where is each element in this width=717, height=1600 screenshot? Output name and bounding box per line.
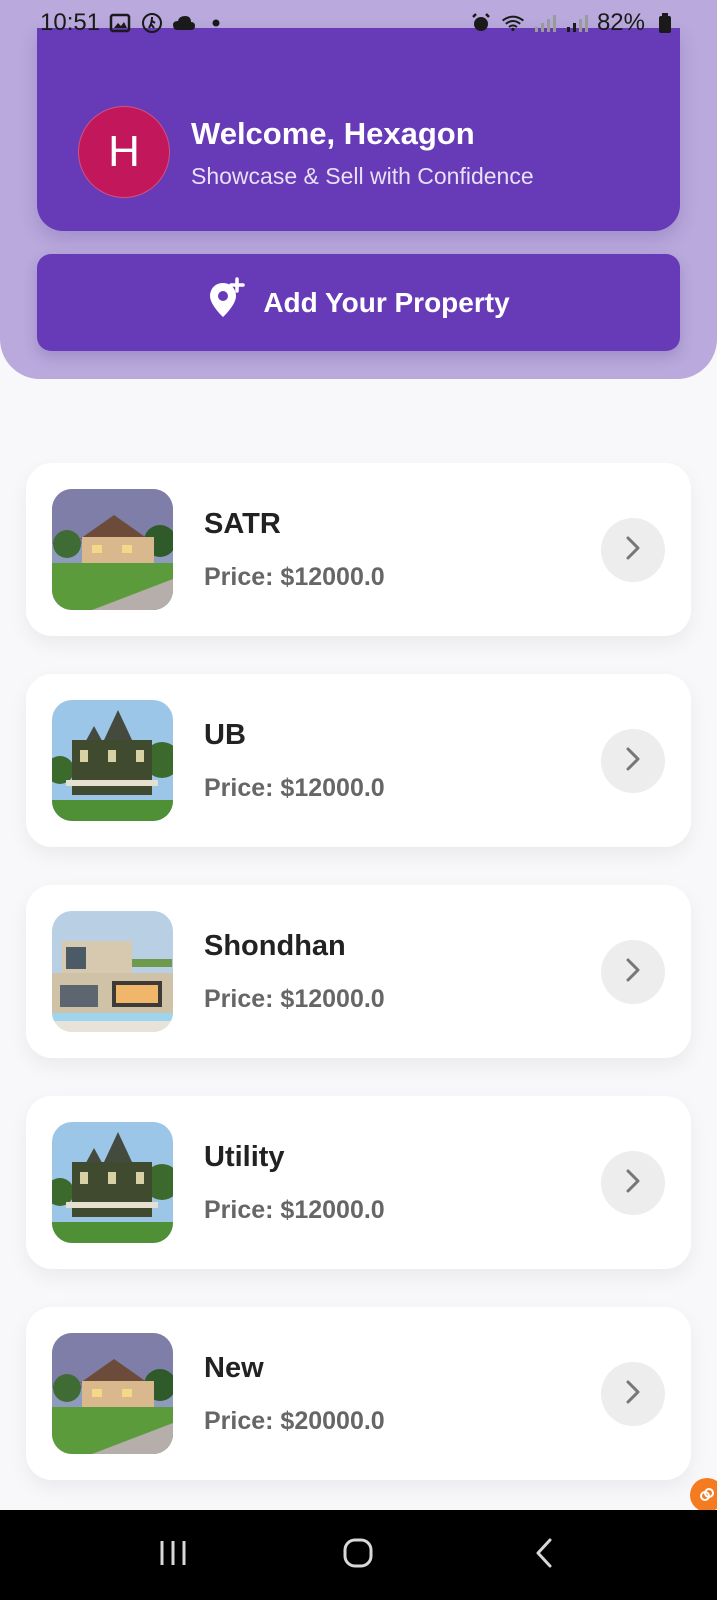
property-name: SATR [204,508,281,540]
chevron-right-icon [622,1378,644,1411]
property-price: Price: $12000.0 [204,563,385,591]
add-location-icon [207,277,246,328]
wifi-icon [501,11,525,35]
back-button[interactable] [514,1525,574,1585]
open-property-button[interactable] [601,940,665,1004]
chevron-right-icon [622,745,644,778]
add-property-button[interactable]: Add Your Property [37,254,680,351]
alarm-icon [469,11,493,35]
avatar[interactable]: H [78,106,170,198]
property-price: Price: $12000.0 [204,985,385,1013]
open-property-button[interactable] [601,1362,665,1426]
recent-apps-button[interactable] [143,1525,203,1585]
welcome-subtitle: Showcase & Sell with Confidence [191,163,534,189]
property-card[interactable]: SATR Price: $12000.0 [26,463,691,636]
avatar-letter: H [108,127,140,176]
property-name: Utility [204,1141,285,1173]
chevron-right-icon [622,956,644,989]
status-left: 10:51 [40,9,228,37]
property-card[interactable]: Shondhan Price: $12000.0 [26,885,691,1058]
welcome-card: H Welcome, Hexagon Showcase & Sell with … [37,28,680,231]
open-property-button[interactable] [601,1151,665,1215]
signal-icon [533,11,557,35]
property-price: Price: $20000.0 [204,1407,385,1435]
property-card[interactable]: UB Price: $12000.0 [26,674,691,847]
chevron-right-icon [622,534,644,567]
home-button[interactable] [328,1525,388,1585]
property-price: Price: $12000.0 [204,1196,385,1224]
property-thumbnail [52,1333,173,1454]
add-property-label: Add Your Property [263,286,510,318]
status-time: 10:51 [40,9,101,36]
walking-icon [140,11,164,35]
floating-shortcut-icon[interactable] [690,1478,717,1512]
signal-icon-2 [565,11,589,35]
property-thumbnail [52,700,173,821]
property-card[interactable]: Utility Price: $12000.0 [26,1096,691,1269]
property-price: Price: $12000.0 [204,774,385,802]
property-name: UB [204,719,246,751]
chevron-right-icon [622,1167,644,1200]
open-property-button[interactable] [601,729,665,793]
open-property-button[interactable] [601,518,665,582]
battery-percent: 82% [596,9,645,36]
battery-icon [653,11,677,35]
property-thumbnail [52,911,173,1032]
status-right: 82% [469,9,677,37]
property-name: Shondhan [204,930,346,962]
property-thumbnail [52,489,173,610]
back-icon [533,1537,555,1574]
status-bar: 10:51 82% [0,0,717,46]
welcome-title: Welcome, Hexagon [191,116,475,151]
property-card[interactable]: New Price: $20000.0 [26,1307,691,1480]
notification-dot-icon [204,11,228,35]
gallery-icon [108,11,132,35]
cloud-icon [172,11,196,35]
recent-apps-icon [158,1539,188,1572]
property-name: New [204,1352,264,1384]
system-nav-bar [0,1510,717,1600]
property-thumbnail [52,1122,173,1243]
home-icon [342,1537,374,1574]
